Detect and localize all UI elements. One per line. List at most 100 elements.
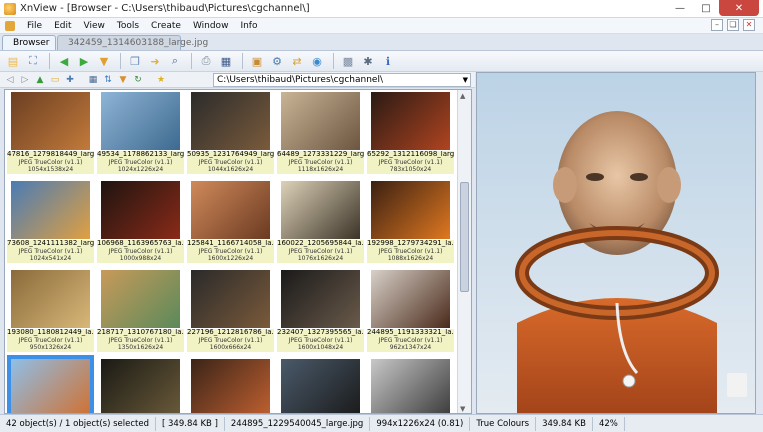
thumbnail-dims: 783x1050x24 <box>389 166 432 173</box>
scroll-up-icon[interactable]: ▲ <box>460 92 465 100</box>
document-window-controls: – ❏ ✕ <box>707 19 755 31</box>
thumbnail-item[interactable]: 47816_1279818449_large JPEG TrueColor (v1… <box>7 90 94 174</box>
menu-info[interactable]: Info <box>234 21 263 31</box>
thumbnail-item[interactable] <box>187 355 274 413</box>
thumbnail-item[interactable] <box>277 355 364 413</box>
contact-sheet-icon[interactable]: ▩ <box>339 52 357 70</box>
thumbnail-item[interactable]: 160022_1205695844_la... JPEG TrueColor (v… <box>277 177 364 263</box>
new-folder-icon[interactable]: ▭ <box>49 74 61 86</box>
settings-icon[interactable]: ✱ <box>359 52 377 70</box>
find-icon[interactable]: ⌕ <box>166 52 184 70</box>
minimize-button[interactable]: — <box>667 0 693 16</box>
scrollbar-thumb[interactable] <box>460 182 469 292</box>
thumbnail-image <box>11 359 90 413</box>
doc-minimize-button[interactable]: – <box>711 19 723 31</box>
thumbnail-image <box>101 181 180 239</box>
close-button[interactable]: ✕ <box>719 0 759 16</box>
thumbnail-image <box>101 270 180 328</box>
thumbnail-image <box>11 92 90 150</box>
filter-funnel-icon[interactable]: ▼ <box>117 74 129 86</box>
tab-image-label: 342459_1314603188_large.jpg <box>68 38 209 48</box>
thumbnail-item[interactable] <box>367 355 454 413</box>
thumbnail-item[interactable]: 244895_1191333321_la... JPEG TrueColor (v… <box>367 266 454 352</box>
tab-browser-label: Browser <box>13 38 50 48</box>
back-green-icon[interactable]: ◀ <box>55 52 73 70</box>
thumbnail-name: 232407_1327395565_la... <box>277 329 364 336</box>
thumbnail-name: 73608_1241111382_large <box>7 240 94 247</box>
thumbnail-caption: 64489_1273331229_large JPEG TrueColor (v1… <box>277 151 364 174</box>
window-title: XnView - [Browser - C:\Users\thibaud\Pic… <box>20 3 310 14</box>
image-preview-panel[interactable] <box>476 72 756 414</box>
thumbnail-item[interactable] <box>7 355 94 413</box>
thumbnail-image <box>101 92 180 150</box>
refresh-icon[interactable]: ↻ <box>132 74 144 86</box>
info-icon[interactable]: ℹ <box>379 52 397 70</box>
thumbnail-item[interactable]: 65292_1312116098_large JPEG TrueColor (v1… <box>367 90 454 174</box>
document-menu-icon[interactable] <box>5 20 15 31</box>
nav-forward-icon[interactable]: ▷ <box>19 74 31 86</box>
favorite-add-icon[interactable]: ✚ <box>64 74 76 86</box>
status-colors: True Colours <box>470 416 537 431</box>
menu-create[interactable]: Create <box>145 21 187 31</box>
chevron-down-icon[interactable]: ▼ <box>463 74 468 86</box>
scroll-down-icon[interactable]: ▼ <box>460 405 465 413</box>
nav-back-icon[interactable]: ◁ <box>4 74 16 86</box>
slideshow-icon[interactable]: ▣ <box>248 52 266 70</box>
toolbar-separator <box>49 53 50 69</box>
tab-browser[interactable]: Browser <box>2 35 56 50</box>
thumbnail-item[interactable]: 192998_1279734291_la... JPEG TrueColor (v… <box>367 177 454 263</box>
thumbnail-dims: 1044x1626x24 <box>207 166 254 173</box>
thumbnail-item[interactable]: 73608_1241111382_large JPEG TrueColor (v1… <box>7 177 94 263</box>
tab-image[interactable]: 342459_1314603188_large.jpg <box>57 35 208 50</box>
scan-icon[interactable]: ▦ <box>217 52 235 70</box>
move-icon[interactable]: ➜ <box>146 52 164 70</box>
forward-green-icon[interactable]: ▶ <box>75 52 93 70</box>
convert-icon[interactable]: ⇄ <box>288 52 306 70</box>
thumbnail-item[interactable]: 50935_1231764949_large JPEG TrueColor (v1… <box>187 90 274 174</box>
menu-file[interactable]: File <box>21 21 48 31</box>
thumbnail-item[interactable]: 193080_1180812449_la... JPEG TrueColor (v… <box>7 266 94 352</box>
filter-icon[interactable]: ▼ <box>95 52 113 70</box>
thumbnail-image <box>371 359 450 413</box>
xnview-app-icon <box>4 2 16 15</box>
thumbnail-name: 50935_1231764949_large <box>187 151 274 158</box>
nav-up-icon[interactable]: ▲ <box>34 74 46 86</box>
thumbnail-dims: 1600x666x24 <box>209 344 252 351</box>
thumbnail-dims: 950x1326x24 <box>29 344 72 351</box>
thumbnail-image <box>11 181 90 239</box>
status-bar: 42 object(s) / 1 object(s) selected [ 34… <box>0 414 763 432</box>
batch-icon[interactable]: ⚙ <box>268 52 286 70</box>
thumbnail-caption: 160022_1205695844_la... JPEG TrueColor (v… <box>277 240 364 263</box>
web-icon[interactable]: ◉ <box>308 52 326 70</box>
doc-close-button[interactable]: ✕ <box>743 19 755 31</box>
thumbnail-item[interactable]: 125841_1166714058_la... JPEG TrueColor (v… <box>187 177 274 263</box>
thumbnail-item[interactable]: 227196_1212816786_la... JPEG TrueColor (v… <box>187 266 274 352</box>
menu-edit[interactable]: Edit <box>48 21 77 31</box>
vertical-scrollbar[interactable]: ▲ ▼ <box>457 90 471 413</box>
thumbnail-item[interactable]: 232407_1327395565_la... JPEG TrueColor (v… <box>277 266 364 352</box>
menu-window[interactable]: Window <box>187 21 235 31</box>
preview-image <box>477 73 755 413</box>
thumbnail-item[interactable]: 49534_1178862133_large JPEG TrueColor (v1… <box>97 90 184 174</box>
sort-icon[interactable]: ⇅ <box>102 74 114 86</box>
print-icon[interactable]: ⎙ <box>197 52 215 70</box>
thumbnail-type: JPEG TrueColor (v1.1) <box>108 158 173 166</box>
fullscreen-icon[interactable]: ⛶ <box>24 52 42 70</box>
doc-restore-button[interactable]: ❏ <box>727 19 739 31</box>
thumbnail-caption: 218717_1310767180_la... JPEG TrueColor (v… <box>97 329 184 352</box>
thumbnail-name: 106968_1163965763_la... <box>97 240 184 247</box>
thumbnail-item[interactable]: 106968_1163965763_la... JPEG TrueColor (v… <box>97 177 184 263</box>
view-mode-icon[interactable]: ▦ <box>87 74 99 86</box>
menu-view[interactable]: View <box>78 21 111 31</box>
thumbnail-item[interactable] <box>97 355 184 413</box>
thumbnail-caption: 192998_1279734291_la... JPEG TrueColor (v… <box>367 240 454 263</box>
open-folder-icon[interactable]: ▤ <box>4 52 22 70</box>
thumbnail-item[interactable]: 218717_1310767180_la... JPEG TrueColor (v… <box>97 266 184 352</box>
maximize-button[interactable]: □ <box>693 0 719 16</box>
address-input[interactable]: C:\Users\thibaud\Pictures\cgchannel\ ▼ <box>213 73 471 87</box>
menu-tools[interactable]: Tools <box>111 21 145 31</box>
favorites-star-icon[interactable]: ★ <box>155 74 167 86</box>
thumbnail-type: JPEG TrueColor (v1.1) <box>288 336 353 344</box>
copy-icon[interactable]: ❐ <box>126 52 144 70</box>
thumbnail-item[interactable]: 64489_1273331229_large JPEG TrueColor (v1… <box>277 90 364 174</box>
